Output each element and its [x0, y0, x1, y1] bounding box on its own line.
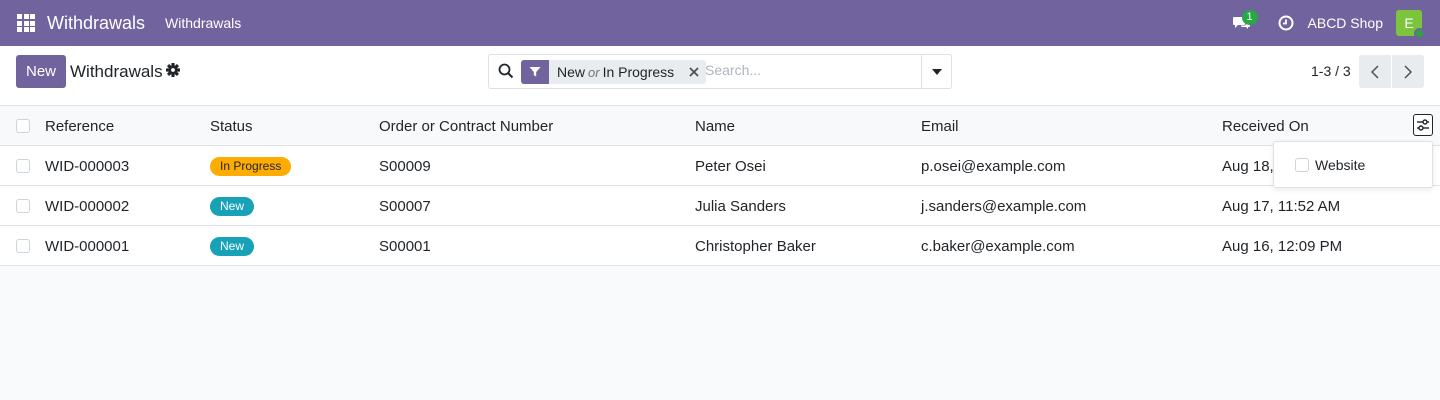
column-header-received-on[interactable]: Received On [1222, 106, 1309, 146]
cell-reference: WID-000001 [45, 237, 130, 255]
table-header: Reference Status Order or Contract Numbe… [0, 106, 1440, 146]
company-switcher[interactable]: ABCD Shop [1308, 15, 1383, 31]
cell-email: c.baker@example.com [921, 237, 1075, 255]
facet-separator: or [588, 65, 600, 80]
cell-status: New [210, 186, 255, 226]
gear-icon[interactable] [166, 63, 180, 77]
cell-reference: WID-000003 [45, 157, 130, 175]
user-avatar[interactable]: E [1396, 10, 1425, 39]
column-header-reference[interactable]: Reference [45, 106, 114, 146]
row-checkbox[interactable] [16, 159, 30, 173]
column-header-email[interactable]: Email [921, 106, 959, 146]
optional-columns-toggle[interactable] [1413, 114, 1433, 136]
cell-name: Christopher Baker [695, 237, 816, 255]
page-title: Withdrawals [70, 62, 163, 81]
website-column-label[interactable]: Website [1315, 157, 1365, 173]
search-panel-toggle[interactable] [921, 55, 951, 88]
cell-received-on: Aug 16, 12:09 PM [1222, 237, 1343, 255]
cell-name: Peter Osei [695, 157, 766, 175]
sliders-icon [1417, 119, 1429, 131]
cell-email: j.sanders@example.com [921, 197, 1087, 215]
column-header-order[interactable]: Order or Contract Number [379, 106, 553, 146]
online-status-dot [1414, 28, 1425, 39]
select-all-checkbox[interactable] [16, 119, 30, 133]
column-header-status[interactable]: Status [210, 106, 253, 146]
search-input[interactable] [705, 62, 915, 78]
facet-values: New or In Progress [549, 64, 682, 80]
chevron-left-icon [1371, 64, 1379, 79]
control-panel: New Withdrawals New or In Progress Searc… [0, 46, 1440, 106]
messaging-button[interactable]: 1 [1220, 0, 1264, 46]
menu-item-withdrawals[interactable]: Withdrawals [165, 15, 241, 31]
app-brand[interactable]: Withdrawals [47, 13, 145, 34]
new-button[interactable]: New [16, 55, 66, 88]
row-checkbox[interactable] [16, 239, 30, 253]
pager-next-button[interactable] [1392, 55, 1424, 88]
facet-remove-button[interactable] [682, 60, 706, 84]
caret-down-icon [931, 68, 942, 75]
table-row[interactable]: WID-000002 New S00007 Julia Sanders j.sa… [0, 186, 1440, 226]
facet-value-new: New [557, 64, 586, 80]
activity-button[interactable] [1264, 0, 1308, 46]
avatar-initial: E [1404, 15, 1414, 31]
search-icon[interactable] [498, 63, 514, 79]
list-view: Reference Status Order or Contract Numbe… [0, 106, 1440, 266]
cell-reference: WID-000002 [45, 197, 130, 215]
row-checkbox[interactable] [16, 199, 30, 213]
facet-value-in-progress: In Progress [602, 64, 675, 80]
status-badge: New [210, 196, 255, 216]
search-bar: New or In Progress [488, 54, 952, 89]
status-badge: New [210, 236, 255, 256]
clock-icon [1278, 15, 1294, 31]
optional-columns-dropdown: Website [1273, 141, 1433, 188]
cell-name: Julia Sanders [695, 197, 786, 215]
top-navbar: Withdrawals Withdrawals 1 ABCD Shop E [0, 0, 1440, 46]
pager-value[interactable]: 1-3 / 3 [1311, 63, 1351, 79]
chat-badge: 1 [1241, 10, 1258, 25]
filter-icon [529, 67, 541, 77]
cell-order: S00007 [379, 197, 431, 215]
cell-email: p.osei@example.com [921, 157, 1066, 175]
table-row[interactable]: WID-000001 New S00001 Christopher Baker … [0, 226, 1440, 266]
website-column-checkbox[interactable] [1295, 158, 1309, 172]
navbar-systray: 1 ABCD Shop E [1220, 0, 1440, 46]
cell-status: In Progress [210, 146, 292, 186]
table-row[interactable]: WID-000003 In Progress S00009 Peter Osei… [0, 146, 1440, 186]
cell-received-on: Aug 17, 11:52 AM [1222, 197, 1341, 215]
column-header-name[interactable]: Name [695, 106, 735, 146]
facet-filter-badge [521, 60, 549, 84]
chevron-right-icon [1404, 64, 1412, 79]
status-badge: In Progress [210, 156, 292, 176]
close-icon [689, 67, 699, 77]
cell-status: New [210, 226, 255, 266]
apps-menu-button[interactable] [0, 0, 52, 46]
search-facet[interactable]: New or In Progress [521, 60, 707, 84]
cell-order: S00001 [379, 237, 431, 255]
cell-order: S00009 [379, 157, 431, 175]
apps-grid-icon [17, 14, 35, 32]
pager-previous-button[interactable] [1359, 55, 1391, 88]
